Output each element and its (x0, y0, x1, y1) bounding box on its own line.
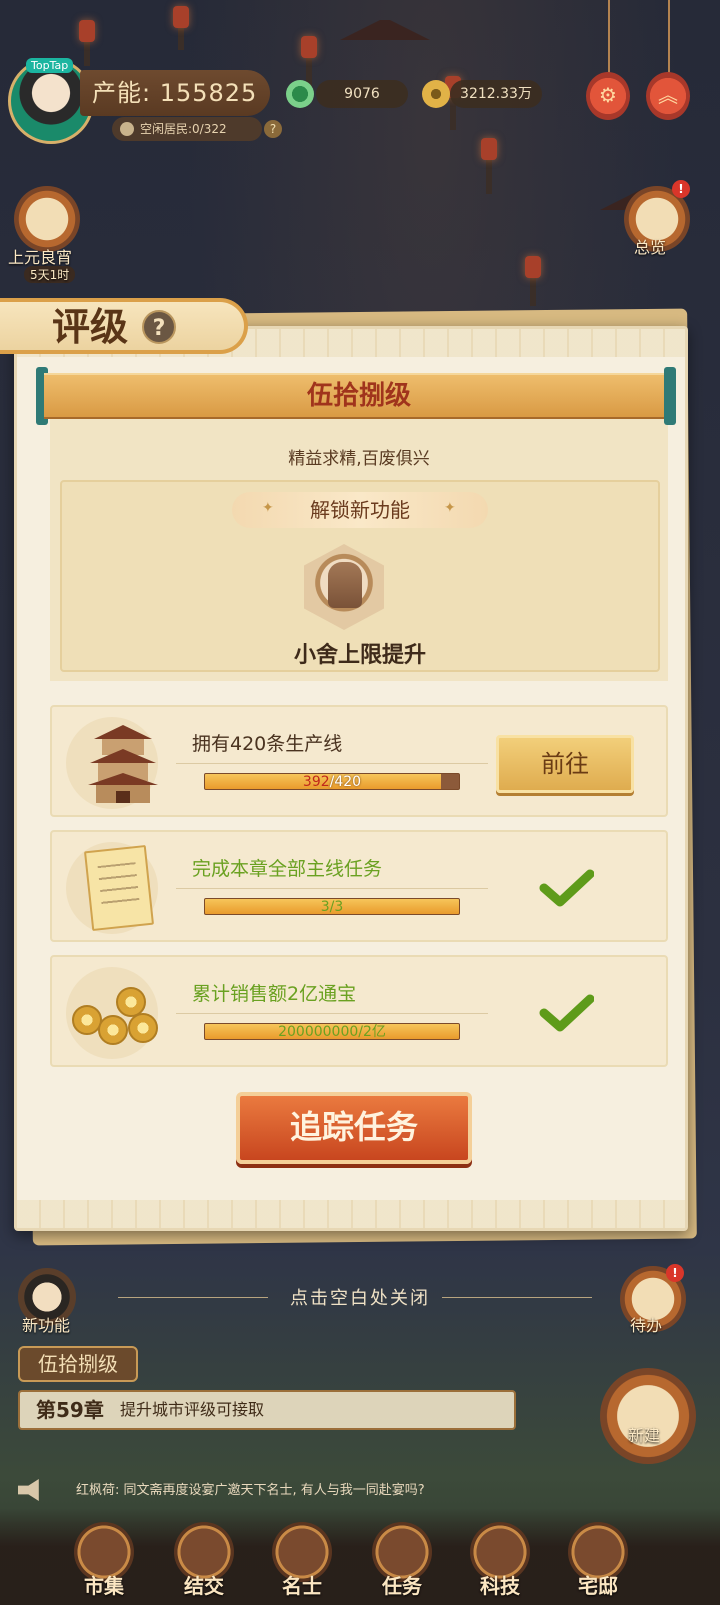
nav-market[interactable]: 市集 (66, 1508, 146, 1605)
overview-label: 总览 (634, 238, 667, 257)
event-timer: 5天1时 (24, 266, 76, 283)
new-feature-label: 新功能 (22, 1316, 71, 1335)
build-icon[interactable] (600, 1368, 696, 1464)
coin-currency: 3212.33万 (450, 80, 542, 108)
track-tasks-button[interactable]: 追踪任务 (236, 1092, 472, 1164)
todo-alert-badge: ! (666, 1264, 684, 1282)
task-divider (176, 763, 488, 764)
chapter-description: 提升城市评级可接取 (120, 1400, 265, 1419)
task-row-production-lines: 拥有420条生产线 392/420 前往 (50, 705, 668, 817)
scroll-document-icon (83, 844, 155, 932)
rating-help-icon[interactable]: ? (142, 310, 176, 344)
lantern-decoration (173, 6, 189, 50)
panel-bottom-pattern (17, 1200, 685, 1228)
production-power: 产能: 155825 (80, 70, 270, 116)
nav-celebrities[interactable]: 名士 (264, 1508, 344, 1605)
lantern-festival-event-icon[interactable] (14, 186, 80, 252)
sparkle-icon: ✦ (444, 500, 456, 516)
jade-currency: 9076 (316, 80, 408, 108)
progress-label: 3/3 (320, 899, 344, 915)
nav-label: 科技 (480, 1574, 520, 1598)
nav-label: 名士 (282, 1574, 322, 1598)
hud-help-icon[interactable]: ? (264, 120, 282, 138)
panel-title: 评级 (52, 304, 129, 349)
coin-icon (98, 1015, 128, 1045)
todo-label: 待办 (630, 1316, 663, 1335)
lantern-string (608, 0, 610, 74)
nav-label: 任务 (382, 1574, 422, 1598)
nav-label: 宅邸 (578, 1574, 618, 1598)
task-row-sales: 累计销售额2亿通宝 200000000/2亿 (50, 955, 668, 1067)
city-level-badge[interactable]: 伍拾捌级 (18, 1346, 138, 1382)
close-hint[interactable]: 点击空白处关闭 (0, 1284, 720, 1310)
task-text: 拥有420条生产线 (192, 733, 343, 755)
idle-residents: 空闲居民:0/322 (112, 117, 262, 141)
worker-figure-icon (328, 562, 362, 608)
chat-message[interactable]: 红枫荷: 同文斋再度设宴广邀天下名士, 有人与我一同赴宴吗? (14, 1476, 520, 1506)
level-name: 伍拾捌级 (306, 381, 411, 411)
pagoda-icon (88, 725, 158, 803)
lantern-decoration (481, 138, 497, 194)
check-icon (539, 869, 594, 907)
lantern-decoration (525, 256, 541, 306)
task-progress-bar: 392/420 (204, 773, 460, 790)
lantern-decoration (79, 20, 95, 66)
go-to-button[interactable]: 前往 (496, 735, 634, 793)
task-row-main-quests: 完成本章全部主线任务 3/3 (50, 830, 668, 942)
nav-label: 市集 (84, 1574, 124, 1598)
check-icon (539, 994, 594, 1032)
sparkle-icon: ✦ (262, 500, 274, 516)
lantern-string (668, 0, 670, 74)
chapter-number: 第59章 (36, 1398, 104, 1422)
building-roof (340, 20, 430, 40)
progress-label: 200000000/2亿 (278, 1024, 386, 1040)
settings-lantern-icon[interactable]: ⚙ (586, 72, 630, 120)
overview-alert-badge: ! (672, 180, 690, 198)
task-progress-bar: 200000000/2亿 (204, 1023, 460, 1040)
level-motto: 精益求精,百废俱兴 (288, 449, 430, 469)
taptap-badge: TopTap (26, 58, 74, 73)
collapse-lantern-icon[interactable]: ︽ (646, 72, 690, 120)
nav-befriend[interactable]: 结交 (166, 1508, 246, 1605)
task-divider (176, 1013, 488, 1014)
resident-icon (120, 122, 134, 136)
progress-label: 392/420 (205, 774, 459, 789)
nav-tasks[interactable]: 任务 (364, 1508, 444, 1605)
build-label: 新建 (628, 1426, 661, 1445)
task-text: 累计销售额2亿通宝 (192, 983, 357, 1005)
coin-currency-icon (422, 80, 450, 108)
task-text: 完成本章全部主线任务 (192, 858, 383, 880)
idle-residents-text: 空闲居民:0/322 (140, 122, 227, 136)
nav-residence[interactable]: 宅邸 (560, 1508, 640, 1605)
jade-currency-icon (286, 80, 314, 108)
nav-technology[interactable]: 科技 (462, 1508, 542, 1605)
event-label: 上元良宵 (8, 248, 73, 267)
progress-current: 392 (302, 774, 330, 790)
task-divider (176, 888, 488, 889)
unlock-feature-name: 小舍上限提升 (293, 643, 426, 668)
progress-total: /420 (329, 774, 362, 790)
coin-icon (128, 1013, 158, 1043)
task-progress-bar: 3/3 (204, 898, 460, 915)
nav-label: 结交 (184, 1574, 224, 1598)
